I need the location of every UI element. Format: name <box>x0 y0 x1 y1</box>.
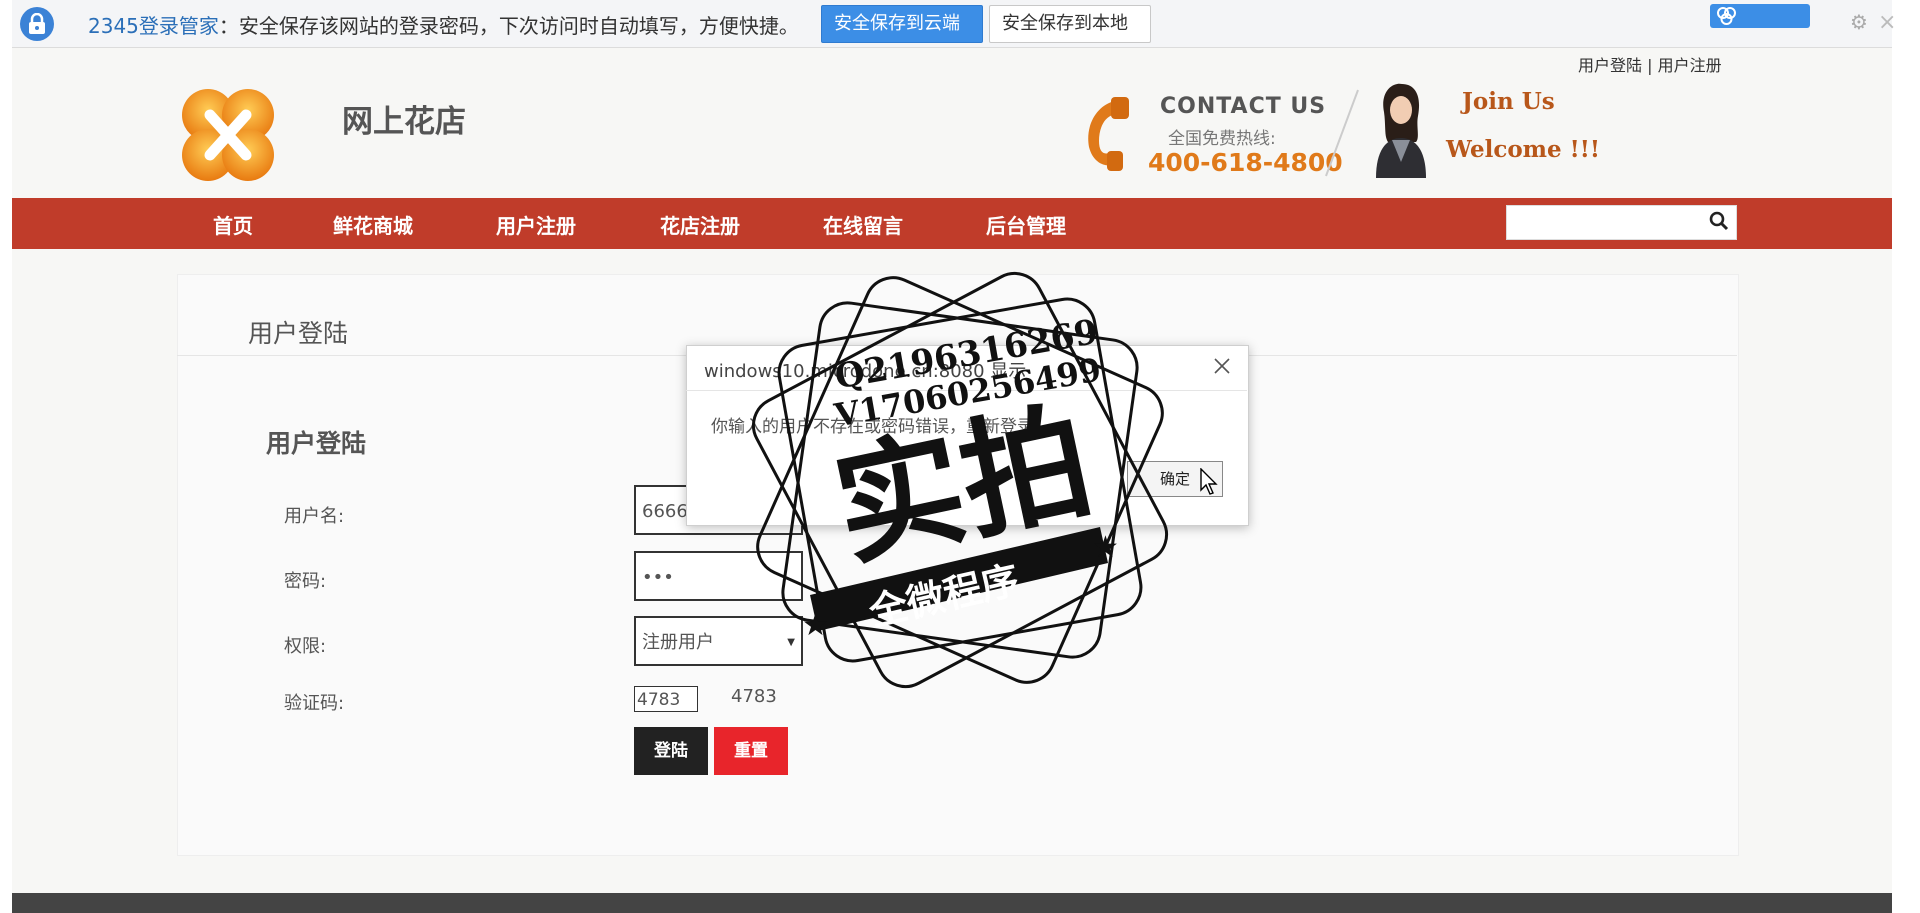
captcha-field[interactable]: 4783 <box>634 686 698 712</box>
gear-icon[interactable]: ⚙ <box>1850 12 1870 32</box>
password-label: 密码: <box>284 571 327 592</box>
welcome-text: Welcome !!! <box>1446 136 1600 163</box>
register-link[interactable]: 用户注册 <box>1658 56 1722 75</box>
reset-button[interactable]: 重置 <box>714 727 788 775</box>
username-label: 用户名: <box>284 506 345 527</box>
role-select-value: 注册用户 <box>642 632 714 653</box>
woman-photo-icon <box>1376 83 1426 178</box>
nav-item-online-message[interactable]: 在线留言 <box>823 210 903 239</box>
star-icon: ★ <box>802 608 829 643</box>
close-icon[interactable]: × <box>1878 10 1896 35</box>
join-us-text: Join Us <box>1462 88 1555 115</box>
star-icon: ★ <box>1092 530 1119 565</box>
save-to-local-button[interactable]: 安全保存到本地 <box>989 5 1151 43</box>
captcha-label: 验证码: <box>284 693 345 714</box>
nav-item-user-register[interactable]: 用户注册 <box>496 210 576 239</box>
phone-number: 400-618-4800 <box>1148 148 1343 177</box>
header-divider <box>1325 89 1359 177</box>
lock-icon <box>20 7 54 41</box>
header-links: 用户登陆 | 用户注册 <box>1578 52 1722 76</box>
nav-item-admin[interactable]: 后台管理 <box>986 210 1066 239</box>
password-manager-brand: 2345登录管家 <box>88 14 219 38</box>
watermark-stamp: Q2196316269 V17060256499 实拍 全微程序 ★ ★ <box>751 271 1169 689</box>
card-title: 用户登陆 <box>248 319 349 348</box>
nav-item-flower-mall[interactable]: 鲜花商城 <box>333 210 413 239</box>
password-manager-message: 2345登录管家：安全保存该网站的登录密码，下次访问时自动填写，方便快捷。 <box>88 10 799 39</box>
nav-item-shop-register[interactable]: 花店注册 <box>660 210 740 239</box>
login-link[interactable]: 用户登陆 <box>1578 56 1642 75</box>
hotline-label: 全国免费热线: <box>1168 129 1276 149</box>
phone-icon <box>1088 97 1129 171</box>
link-separator: | <box>1647 56 1658 75</box>
save-to-cloud-button[interactable]: 安全保存到云端 <box>821 5 983 43</box>
flower-logo-icon[interactable] <box>178 85 278 185</box>
footer-bar <box>12 893 1892 913</box>
nav-item-home[interactable]: 首页 <box>213 210 253 239</box>
close-icon[interactable] <box>1212 356 1232 376</box>
site-name: 网上花店 <box>342 104 466 140</box>
form-title: 用户登陆 <box>266 429 367 458</box>
login-button[interactable]: 登陆 <box>634 727 708 775</box>
contact-us-title: CONTACT US <box>1160 94 1327 119</box>
mouse-cursor-icon <box>1200 468 1218 495</box>
search-input[interactable] <box>1506 205 1737 240</box>
search-icon[interactable] <box>1709 211 1729 231</box>
cloud-logo-icon[interactable] <box>1710 4 1810 28</box>
role-label: 权限: <box>284 636 327 657</box>
password-manager-text: ：安全保存该网站的登录密码，下次访问时自动填写，方便快捷。 <box>218 14 799 38</box>
